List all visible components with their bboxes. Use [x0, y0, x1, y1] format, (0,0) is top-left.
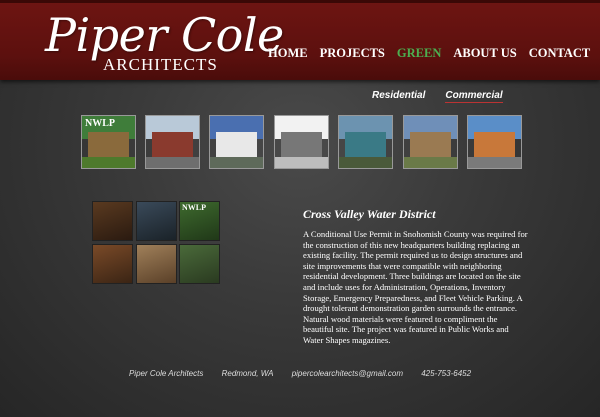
nav-home[interactable]: HOME: [268, 46, 308, 60]
gallery-photo[interactable]: [136, 201, 177, 241]
gallery-photo-label: NWLP: [182, 203, 206, 212]
main-nav: HOME PROJECTS GREEN ABOUT US CONTACT: [268, 44, 598, 62]
project-thumbnail[interactable]: [274, 115, 329, 169]
gallery-photo[interactable]: [136, 244, 177, 284]
project-thumbnail[interactable]: NWLP: [81, 115, 136, 169]
gallery-photo[interactable]: [92, 201, 133, 241]
nav-contact[interactable]: CONTACT: [529, 46, 591, 60]
gallery-photo[interactable]: NWLP: [179, 201, 220, 241]
project-description: A Conditional Use Permit in Snohomish Co…: [303, 229, 528, 345]
subnav-commercial[interactable]: Commercial: [445, 90, 503, 103]
project-title: Cross Valley Water District: [303, 207, 436, 221]
nav-about-us[interactable]: ABOUT US: [453, 46, 516, 60]
footer-location: Redmond, WA: [221, 369, 274, 378]
nav-green[interactable]: GREEN: [397, 46, 441, 60]
gallery-photo[interactable]: [179, 244, 220, 284]
thumbnail-label: NWLP: [85, 118, 115, 129]
project-thumbnail[interactable]: [209, 115, 264, 169]
logo-name[interactable]: Piper Cole: [45, 8, 284, 62]
footer-phone: 425-753-6452: [421, 369, 472, 378]
subnav-residential[interactable]: Residential: [372, 90, 425, 101]
header-banner: Piper Cole ARCHITECTS HOME PROJECTS GREE…: [0, 0, 600, 80]
project-thumbnail[interactable]: [145, 115, 200, 169]
footer-email[interactable]: pipercolearchitects@gmail.com: [292, 369, 403, 378]
footer-company: Piper Cole Architects: [128, 369, 204, 378]
project-thumbnail[interactable]: [467, 115, 522, 169]
logo-subtitle[interactable]: ARCHITECTS: [103, 55, 218, 75]
project-thumbnail[interactable]: [338, 115, 393, 169]
sub-nav: Residential Commercial: [372, 85, 519, 103]
nav-projects[interactable]: PROJECTS: [320, 46, 385, 60]
gallery-photo[interactable]: [92, 244, 133, 284]
project-thumbnail[interactable]: [403, 115, 458, 169]
header-top-line: [0, 0, 600, 3]
footer: Piper Cole Architects Redmond, WA piperc…: [0, 369, 600, 378]
